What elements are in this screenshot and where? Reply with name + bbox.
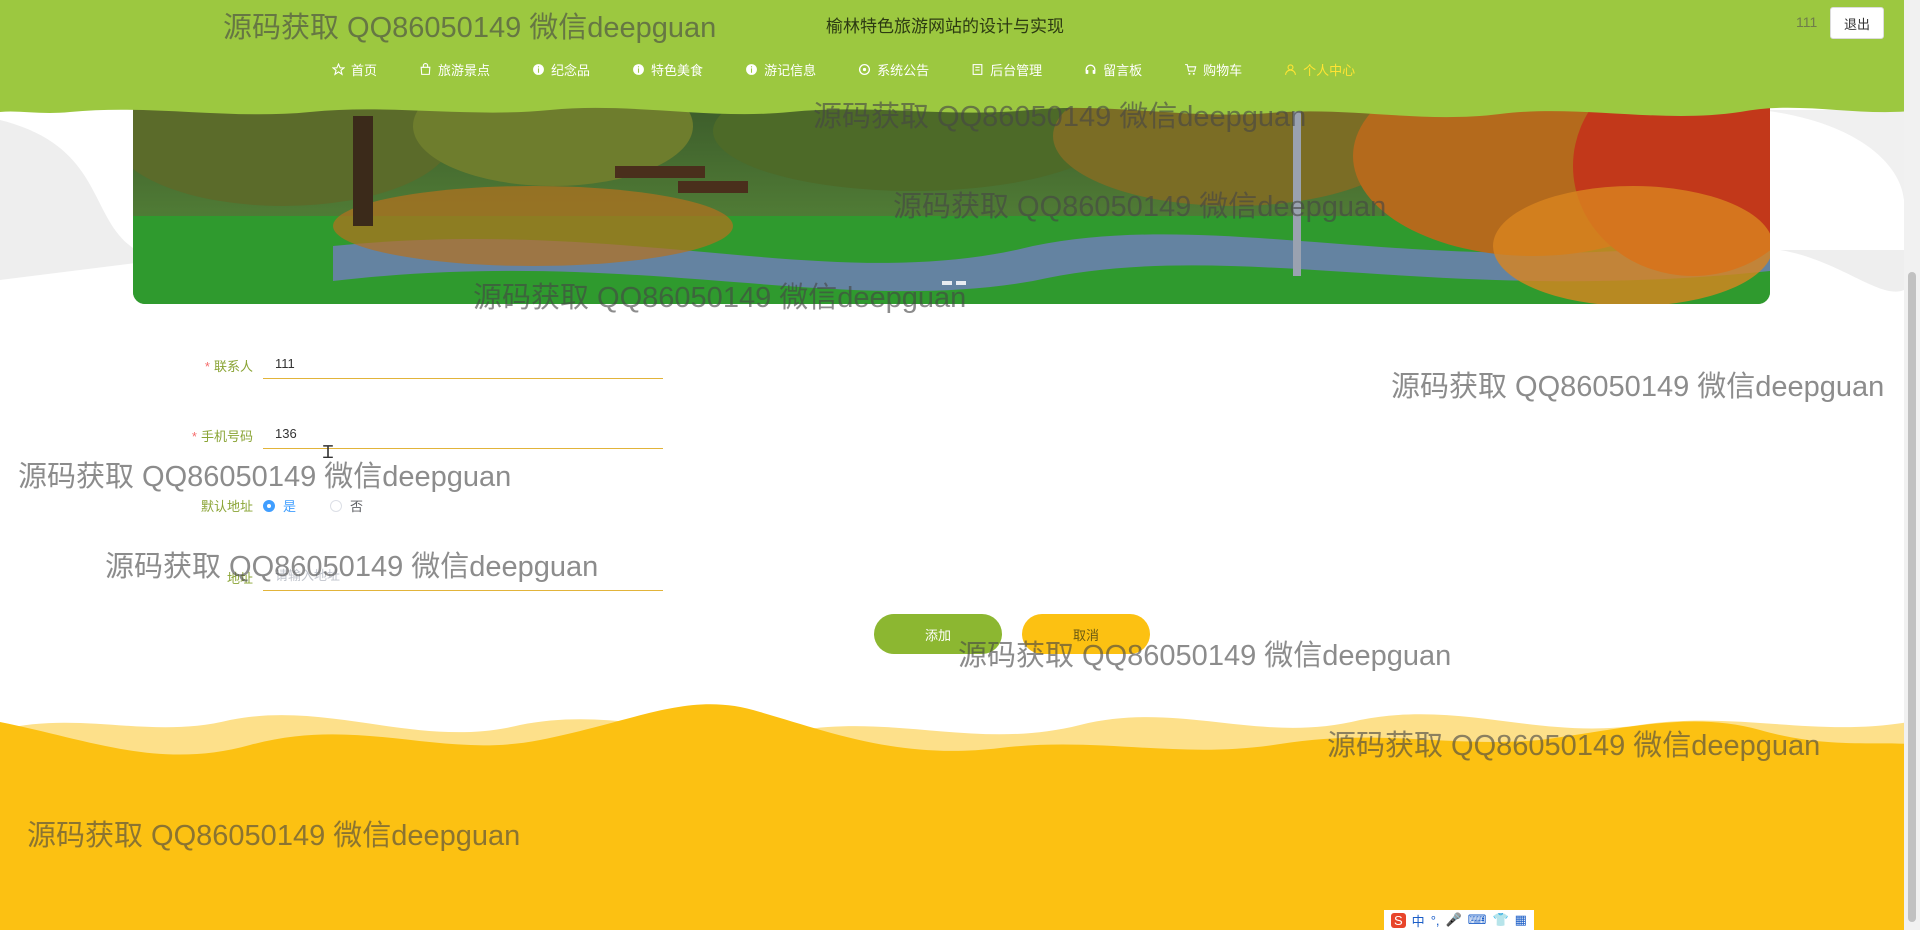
nav-label: 个人中心 — [1303, 62, 1356, 78]
contact-label: * 联系人 — [143, 356, 253, 375]
page-scrollbar[interactable] — [1904, 0, 1920, 930]
skin-icon[interactable]: 👕 — [1492, 912, 1508, 928]
nav-item-home[interactable]: 首页 — [332, 58, 377, 80]
cancel-button[interactable]: 取消 — [1022, 614, 1150, 654]
nav-label: 购物车 — [1203, 62, 1243, 78]
logout-button[interactable]: 退出 — [1830, 7, 1884, 39]
text-cursor-icon: Ɪ — [323, 442, 334, 462]
building-icon — [971, 63, 984, 76]
nav-item-message-board[interactable]: 留言板 — [1084, 58, 1142, 80]
info-circle-icon — [745, 63, 758, 76]
default-yes-radio[interactable]: 是 — [263, 496, 296, 515]
nav-item-announcements[interactable]: 系统公告 — [858, 58, 929, 80]
cart-icon — [1184, 63, 1197, 76]
site-title: 榆林特色旅游网站的设计与实现 — [826, 17, 1064, 36]
nav-item-user-center[interactable]: 个人中心 — [1284, 58, 1355, 80]
nav-item-souvenirs[interactable]: 纪念品 — [532, 58, 590, 80]
ime-toolbar[interactable]: S 中 °, 🎤 ⌨ 👕 ▦ — [1384, 910, 1534, 930]
info-circle-icon — [532, 63, 545, 76]
nav-label: 留言板 — [1103, 62, 1143, 78]
phone-label-text: 手机号码 — [200, 429, 253, 444]
nav-label: 后台管理 — [990, 62, 1043, 78]
nav-item-local-food[interactable]: 特色美食 — [632, 58, 703, 80]
user-icon — [1284, 63, 1297, 76]
headset-icon — [1084, 63, 1097, 76]
carousel-indicators[interactable] — [940, 281, 968, 285]
required-mark: * — [191, 429, 197, 444]
nav-label: 系统公告 — [877, 62, 930, 78]
microphone-icon[interactable]: 🎤 — [1446, 912, 1462, 928]
carousel-dot[interactable] — [956, 281, 966, 285]
add-button[interactable]: 添加 — [874, 614, 1002, 654]
carousel-dot[interactable] — [942, 281, 952, 285]
nav-item-scenic-spots[interactable]: 旅游景点 — [419, 58, 490, 80]
contact-label-text: 联系人 — [213, 359, 253, 374]
default-address-label: 默认地址 — [200, 499, 253, 514]
banner-image — [133, 96, 1770, 304]
keyboard-icon[interactable]: ⌨ — [1468, 912, 1487, 928]
ime-punct-icon[interactable]: °, — [1431, 913, 1440, 928]
nav-label: 纪念品 — [551, 62, 591, 78]
bag-icon — [419, 62, 432, 76]
footer-wave — [0, 704, 1920, 930]
nav-label: 旅游景点 — [438, 62, 491, 78]
ime-logo-icon: S — [1391, 912, 1406, 928]
radio-label: 是 — [283, 499, 297, 514]
banner-carousel[interactable] — [133, 96, 1770, 304]
address-label: 地址 — [226, 571, 253, 586]
address-input[interactable] — [263, 561, 663, 591]
star-icon — [332, 62, 345, 76]
default-no-radio[interactable]: 否 — [330, 496, 363, 515]
scrollbar-thumb[interactable] — [1908, 272, 1916, 922]
main-nav: 首页 旅游景点 纪念品 特色美食 游记信息 系统公告 后台管理 留言板 购物车 … — [332, 58, 1355, 80]
phone-label: * 手机号码 — [143, 426, 253, 445]
settings-circle-icon — [858, 63, 871, 76]
nav-label: 特色美食 — [651, 62, 704, 78]
info-circle-icon — [632, 63, 645, 76]
user-name: 111 — [1796, 14, 1818, 30]
grid-icon[interactable]: ▦ — [1515, 912, 1527, 928]
nav-label: 游记信息 — [764, 62, 817, 78]
radio-circle — [263, 499, 275, 512]
ime-mode-label[interactable]: 中 — [1412, 911, 1425, 930]
radio-circle — [330, 499, 342, 512]
nav-label: 首页 — [351, 62, 378, 78]
radio-label: 否 — [350, 499, 364, 514]
nav-item-cart[interactable]: 购物车 — [1184, 58, 1242, 80]
nav-item-travel-notes[interactable]: 游记信息 — [745, 58, 816, 80]
contact-input[interactable] — [263, 349, 663, 379]
required-mark: * — [204, 359, 210, 374]
top-header: 榆林特色旅游网站的设计与实现 111 退出 首页 旅游景点 纪念品 特色美食 游… — [0, 0, 1920, 122]
nav-item-admin[interactable]: 后台管理 — [971, 58, 1042, 80]
